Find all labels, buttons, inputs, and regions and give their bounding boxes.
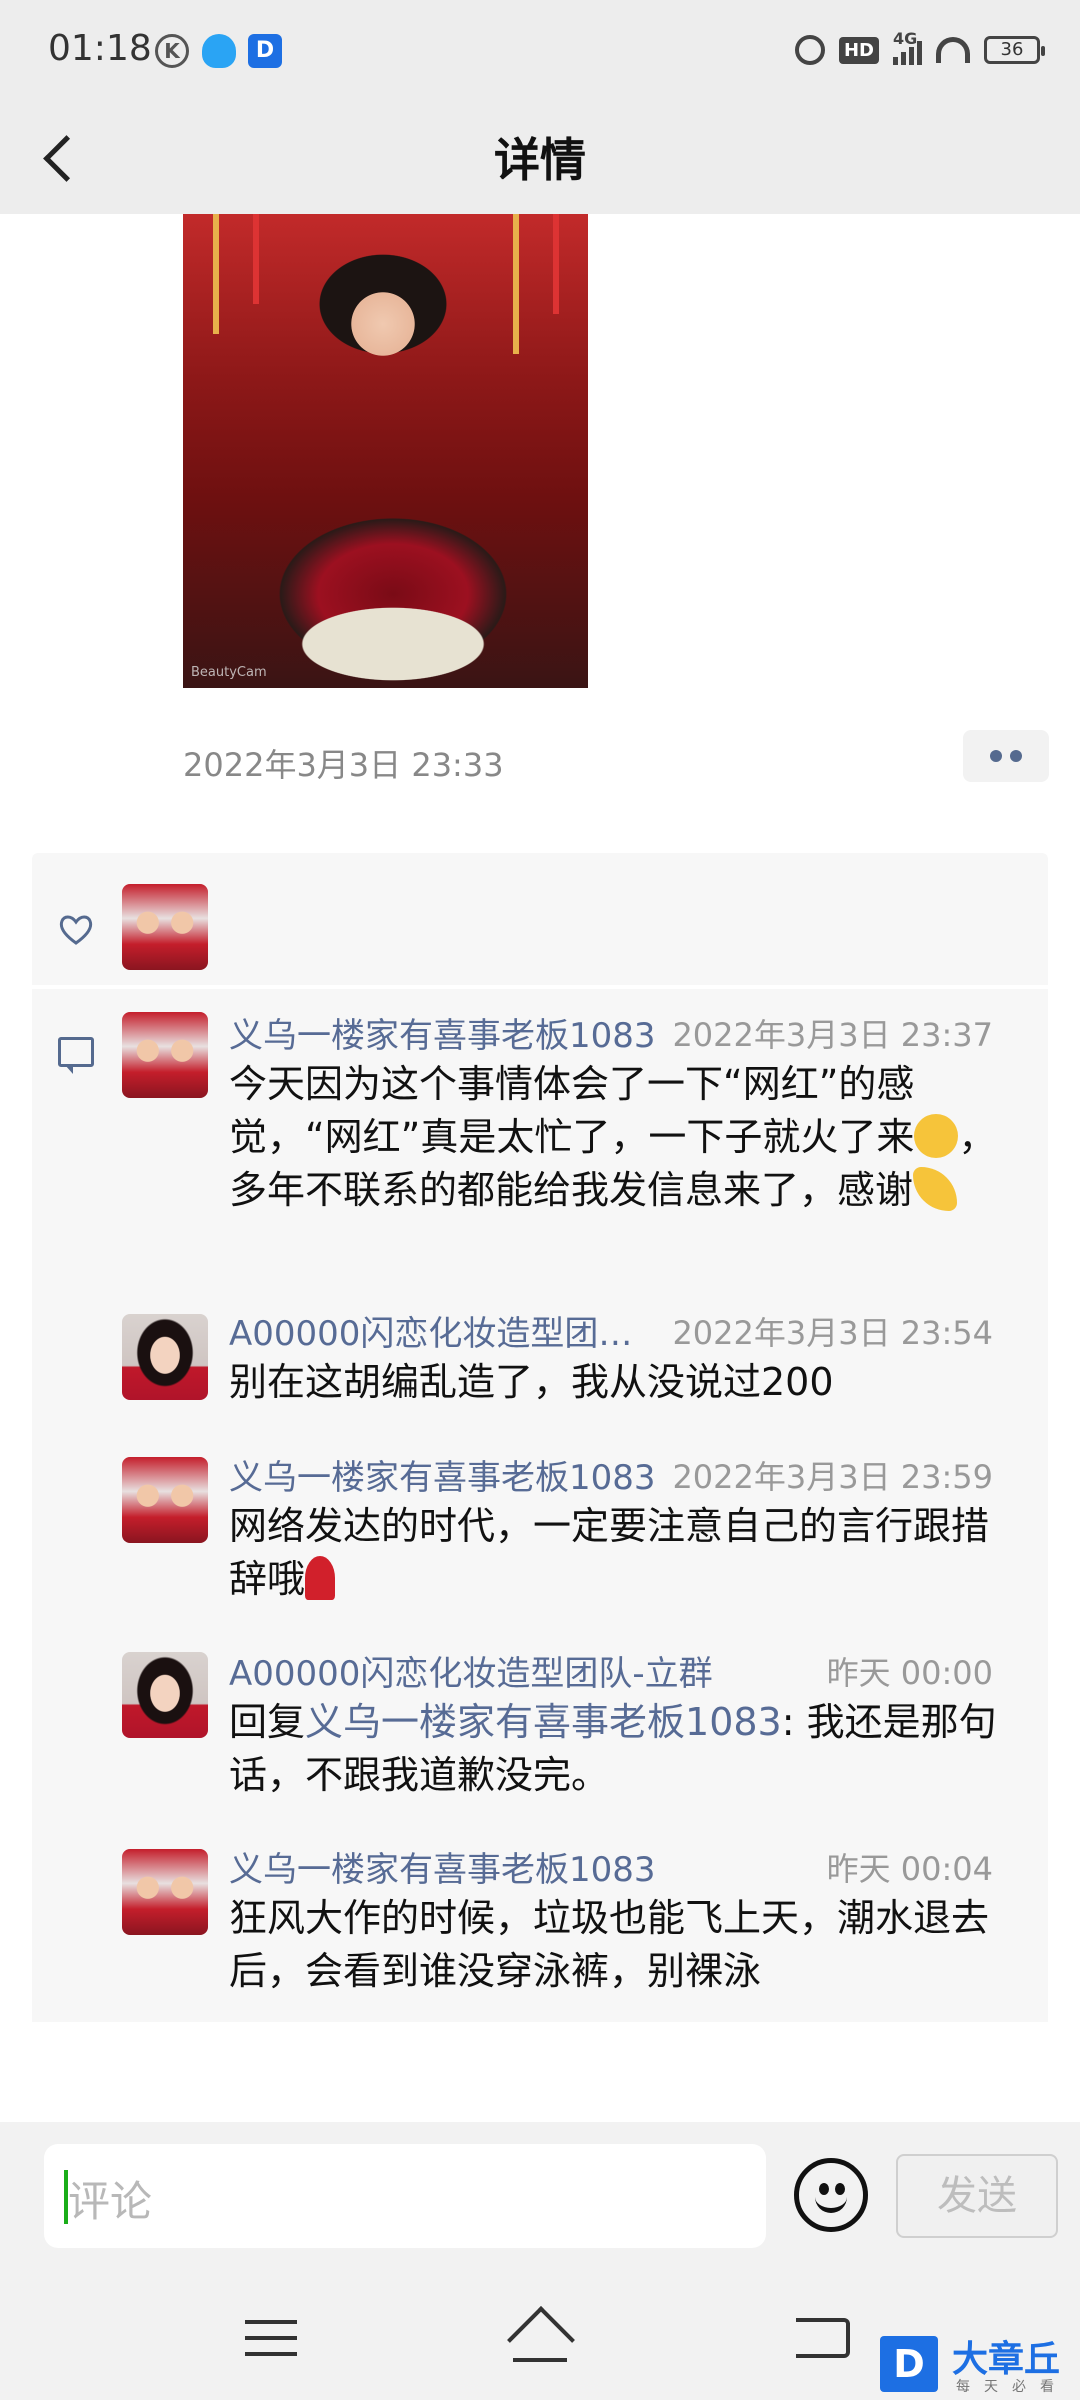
post-photo[interactable]: BeautyCam xyxy=(183,214,588,688)
commenter-avatar[interactable] xyxy=(122,1012,208,1098)
menu-icon[interactable] xyxy=(245,2320,297,2356)
commenter-name[interactable]: 义乌一楼家有喜事老板1083 xyxy=(229,1842,656,1891)
page-title: 详情 xyxy=(494,133,586,187)
k-app-icon: K xyxy=(155,34,189,68)
dot-icon xyxy=(990,750,1002,762)
reply-to-name[interactable]: 义乌一楼家有喜事老板1083 xyxy=(305,1700,782,1744)
photo-watermark: BeautyCam xyxy=(191,665,267,680)
commenter-name[interactable]: A00000闪恋化妆造型团… xyxy=(229,1306,649,1355)
emoji-picker-icon[interactable] xyxy=(794,2158,868,2232)
comment-time: 昨天 00:04 xyxy=(826,1850,993,1888)
pray-emoji-icon xyxy=(913,1167,958,1211)
home-icon[interactable] xyxy=(505,2314,575,2362)
comment-time: 2022年3月3日 23:54 xyxy=(672,1314,993,1352)
system-back-icon[interactable] xyxy=(796,2318,850,2358)
commenter-avatar[interactable] xyxy=(122,1457,208,1543)
comment-item: A00000闪恋化妆造型团… 2022年3月3日 23:54 别在这胡编乱造了，… xyxy=(229,1306,1009,1409)
dot-icon xyxy=(1010,750,1022,762)
comment-text: 别在这胡编乱造了，我从没说过200 xyxy=(229,1360,834,1404)
liker-avatar[interactable] xyxy=(122,884,208,970)
comment-placeholder: 评论 xyxy=(68,2177,153,2226)
commenter-avatar[interactable] xyxy=(122,1849,208,1935)
post-timestamp: 2022年3月3日 23:33 xyxy=(183,746,504,784)
hd-badge: HD xyxy=(838,36,879,64)
status-bar: 01:18 K D HD 4G 36 xyxy=(0,0,1080,100)
network-label: 4G xyxy=(893,29,918,48)
send-button[interactable]: 发送 xyxy=(896,2154,1058,2238)
comment-input[interactable]: 评论 xyxy=(44,2144,766,2248)
status-time: 01:18 xyxy=(48,28,152,69)
comment-item: 义乌一楼家有喜事老板1083 2022年3月3日 23:37 今天因为这个事情体… xyxy=(229,1008,1009,1217)
comment-time: 昨天 00:00 xyxy=(826,1654,993,1692)
signal-icon: 4G xyxy=(893,29,922,65)
status-indicators: HD 4G 36 xyxy=(794,29,1045,70)
comment-item: A00000闪恋化妆造型团队-立群 昨天 00:00 回复义乌一楼家有喜事老板1… xyxy=(229,1646,1009,1802)
wifi-icon xyxy=(936,37,970,63)
grin-emoji-icon xyxy=(914,1114,959,1158)
commenter-avatar[interactable] xyxy=(122,1652,208,1738)
rose-emoji-icon xyxy=(305,1556,336,1600)
commenter-avatar[interactable] xyxy=(122,1314,208,1400)
nav-bar: 详情 xyxy=(0,100,1080,214)
qq-icon xyxy=(202,34,236,68)
battery-icon: 36 xyxy=(984,36,1045,64)
comment-icon xyxy=(58,1037,94,1074)
comment-time: 2022年3月3日 23:59 xyxy=(672,1458,993,1496)
comment-item: 义乌一楼家有喜事老板1083 2022年3月3日 23:59 网络发达的时代，一… xyxy=(229,1450,1009,1606)
comment-input-bar: 评论 发送 xyxy=(0,2122,1080,2262)
comment-item: 义乌一楼家有喜事老板1083 昨天 00:04 狂风大作的时候，垃圾也能飞上天，… xyxy=(229,1842,1009,1998)
site-watermark: D 大章丘 每天必看 xyxy=(880,2330,1080,2400)
comment-text: 今天因为这个事情体会了一下“网红”的感觉，“网红”真是太忙了，一下子就火了来 ，多… xyxy=(229,1062,997,1212)
alarm-icon xyxy=(794,35,825,65)
comment-time: 2022年3月3日 23:37 xyxy=(672,1016,993,1054)
comment-text: 回复义乌一楼家有喜事老板1083: 我还是那句话，不跟我道歉没完。 xyxy=(229,1700,997,1797)
watermark-text: 大章丘 xyxy=(952,2339,1061,2380)
commenter-name[interactable]: A00000闪恋化妆造型团队-立群 xyxy=(229,1646,713,1695)
comment-text: 狂风大作的时候，垃圾也能飞上天，潮水退去后，会看到谁没穿泳裤，别裸泳 xyxy=(229,1896,990,1993)
commenter-name[interactable]: 义乌一楼家有喜事老板1083 xyxy=(229,1450,656,1499)
watermark-subtext: 每天必看 xyxy=(956,2379,1068,2395)
d-app-icon: D xyxy=(248,34,282,68)
comment-text: 网络发达的时代，一定要注意自己的言行跟措辞哦 xyxy=(229,1504,990,1601)
commenter-name[interactable]: 义乌一楼家有喜事老板1083 xyxy=(229,1008,656,1057)
heart-icon xyxy=(59,915,93,945)
watermark-logo: D xyxy=(880,2336,938,2392)
more-actions-button[interactable] xyxy=(963,730,1049,782)
